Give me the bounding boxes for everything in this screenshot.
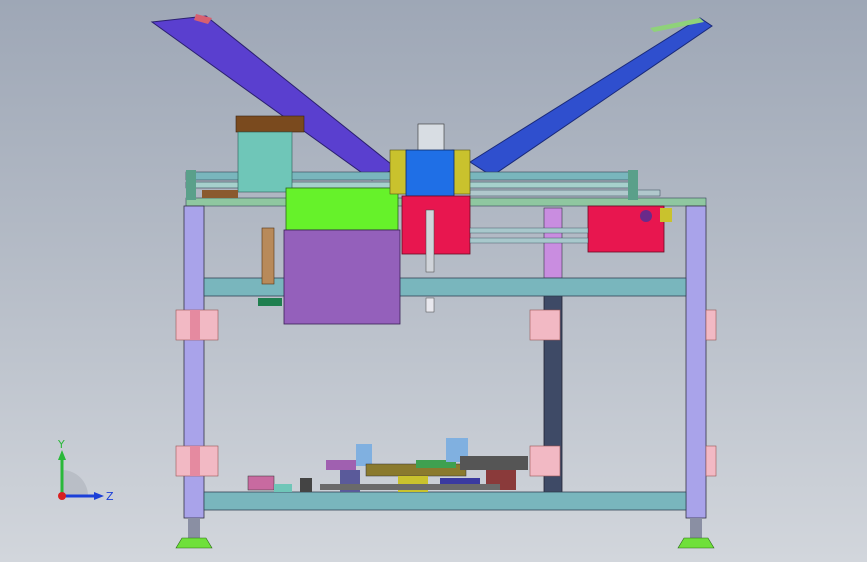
brown-stopper [202, 190, 238, 198]
gripper-rod [425, 209, 435, 273]
blue-gripper-block [405, 149, 455, 197]
axis-triad-graphic: Y Z [57, 438, 114, 503]
machine-feet [175, 518, 715, 549]
teal-feeder-box [237, 131, 293, 193]
y-axis-label: Y [57, 438, 65, 451]
gripper-top-bracket [417, 123, 445, 153]
z-arrow-head-icon [94, 492, 104, 500]
brown-feeder-top [235, 115, 305, 133]
slide-guide-rod [469, 227, 589, 234]
green-block [285, 187, 399, 231]
gripper-tip [425, 297, 435, 313]
assembly-model[interactable] [0, 0, 867, 562]
top-rail-bracket-right [628, 170, 638, 200]
cad-viewport[interactable] [0, 0, 867, 562]
frame-post-right [685, 205, 707, 519]
bottom-parts-cluster [247, 438, 528, 492]
cylinder-base [258, 298, 282, 306]
x-axis-dot-icon [58, 492, 66, 500]
axis-triad-sector [62, 470, 88, 496]
right-conveyor-arm [469, 17, 713, 177]
right-slide-module [587, 205, 665, 253]
z-axis-label: Z [106, 490, 114, 503]
yellow-bracket-left [389, 149, 409, 195]
axis-triad: Y Z [40, 436, 120, 516]
upper-beam [203, 277, 687, 297]
red-gripper-block [401, 195, 471, 255]
slide-guide-rod-2 [469, 237, 589, 244]
purple-bin [283, 229, 401, 325]
yellow-bracket-right [451, 149, 471, 195]
top-rail-bracket-left [186, 170, 196, 200]
slide-knob [640, 210, 652, 222]
left-cylinder [261, 227, 275, 285]
y-arrow-head-icon [58, 450, 66, 460]
right-small-block [660, 208, 672, 222]
lower-beam [203, 491, 687, 511]
